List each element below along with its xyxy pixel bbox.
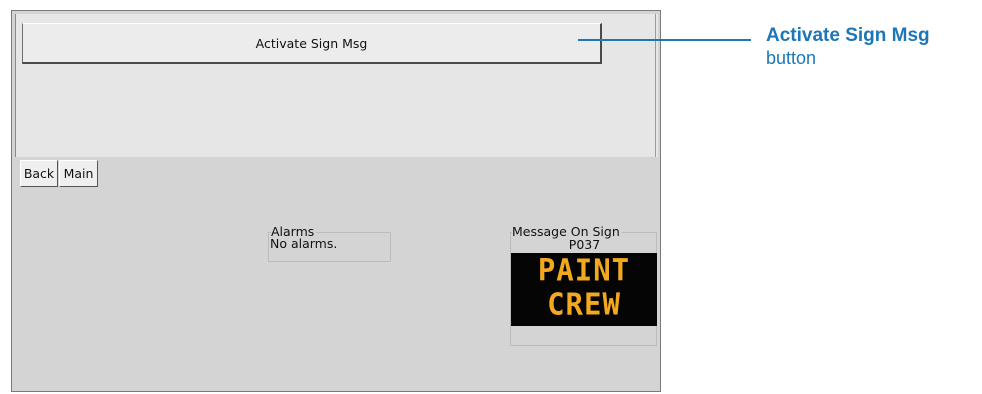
message-on-sign-group: Message On Sign P037 PAINT CREW [510,224,657,346]
screenshot-root: Activate Sign Msg Back Main Alarms No al… [0,0,982,394]
activate-sign-msg-button[interactable]: Activate Sign Msg [22,23,602,64]
alarms-group: Alarms No alarms. [268,224,391,262]
callout-title: Activate Sign Msg [766,25,930,46]
callout-leader-line [578,39,751,41]
alarms-status-text: No alarms. [270,236,338,251]
back-button[interactable]: Back [20,160,58,187]
main-button[interactable]: Main [59,160,98,187]
sign-message-display: PAINT CREW [511,252,657,326]
sign-message-line-2: CREW [547,286,621,322]
action-panel: Activate Sign Msg [15,14,658,157]
sign-message-line-1: PAINT [537,252,631,288]
sign-id-label: P037 [568,237,601,252]
callout-subtitle: button [766,48,817,68]
panel-divider [655,14,656,157]
app-window: Activate Sign Msg Back Main Alarms No al… [11,10,661,392]
